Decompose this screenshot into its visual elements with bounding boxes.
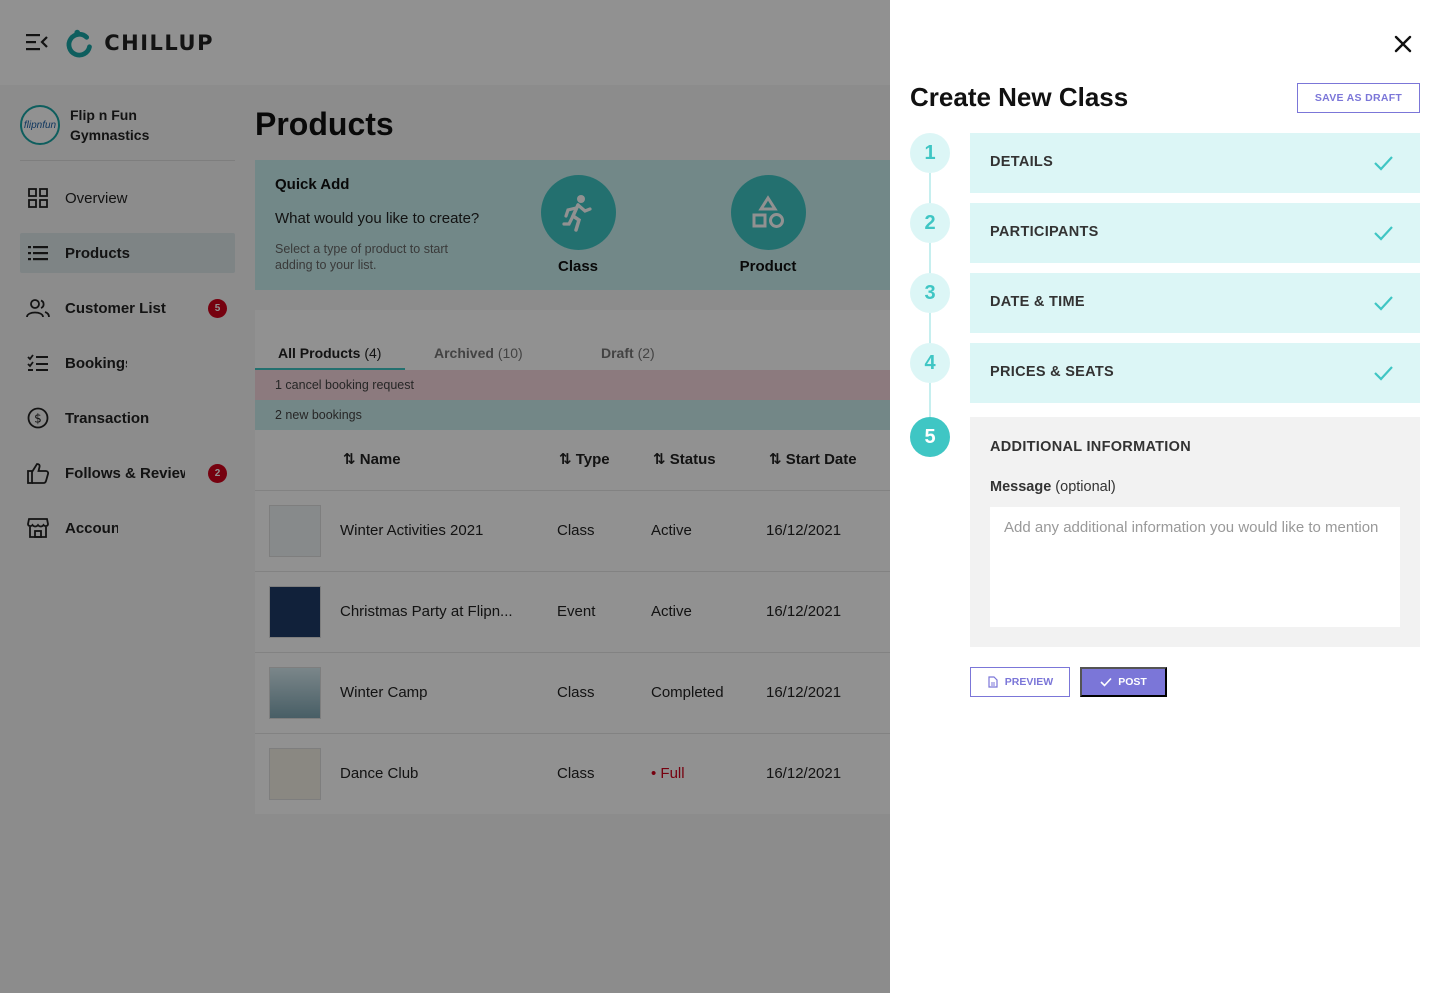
step-prices-seats[interactable]: PRICES & SEATS (970, 343, 1420, 403)
step-number-active: 5 (910, 417, 950, 457)
preview-button-label: PREVIEW (1004, 676, 1054, 688)
step-date-time[interactable]: DATE & TIME (970, 273, 1420, 333)
preview-button[interactable]: PREVIEW (970, 667, 1070, 697)
document-icon (988, 676, 998, 688)
check-icon (1100, 677, 1112, 687)
step-label: DETAILS (990, 154, 1054, 170)
step-label: PRICES & SEATS (990, 364, 1114, 380)
message-textarea[interactable] (990, 507, 1400, 627)
step-number: 1 (910, 133, 950, 173)
check-icon (1374, 156, 1393, 171)
step-label: DATE & TIME (990, 294, 1085, 310)
save-as-draft-button[interactable]: SAVE AS DRAFT (1297, 83, 1420, 113)
message-label: Message (optional) (990, 479, 1116, 495)
drawer-title: Create New Class (910, 82, 1129, 112)
step-participants[interactable]: PARTICIPANTS (970, 203, 1420, 263)
post-button[interactable]: POST (1080, 667, 1167, 697)
close-icon[interactable] (1392, 33, 1414, 55)
check-icon (1374, 296, 1393, 311)
check-icon (1374, 366, 1393, 381)
step-label: ADDITIONAL INFORMATION (990, 439, 1191, 455)
step-details[interactable]: DETAILS (970, 133, 1420, 193)
post-button-label: POST (1118, 676, 1147, 688)
step-number: 4 (910, 343, 950, 383)
step-additional-information: ADDITIONAL INFORMATION Message (optional… (970, 417, 1420, 647)
create-class-drawer: Create New Class SAVE AS DRAFT 1 DETAILS… (890, 0, 1440, 993)
step-label: PARTICIPANTS (990, 224, 1099, 240)
check-icon (1374, 226, 1393, 241)
step-number: 3 (910, 273, 950, 313)
step-number: 2 (910, 203, 950, 243)
